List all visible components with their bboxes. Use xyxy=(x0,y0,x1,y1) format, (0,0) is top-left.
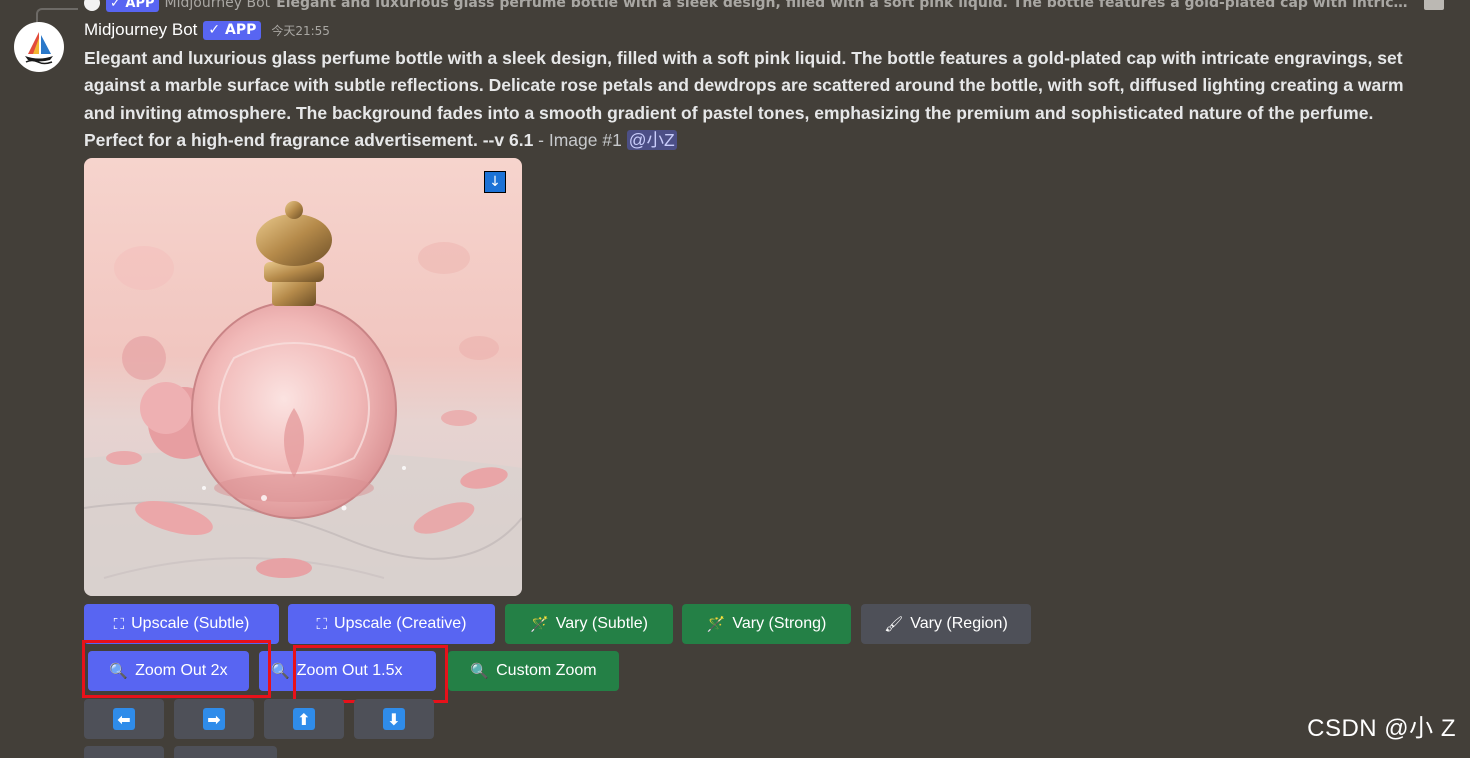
watermark: CSDN @小 Z xyxy=(1307,715,1456,742)
app-badge: ✓ APP xyxy=(203,20,262,40)
pan-down-icon: ⬇ xyxy=(383,708,405,730)
reply-preview[interactable]: ✓ APP Midjourney Bot Elegant and luxurio… xyxy=(84,0,1414,12)
pan-down-button[interactable]: ⬇ xyxy=(354,699,434,739)
button-label: Upscale (Subtle) xyxy=(131,615,250,632)
reply-app-badge: ✓ APP xyxy=(106,0,159,12)
pan-up-button[interactable]: ⬆ xyxy=(264,699,344,739)
highlight-box-zoom-2x xyxy=(82,640,271,698)
image-number: - Image #1 xyxy=(533,129,627,150)
reply-username[interactable]: Midjourney Bot xyxy=(165,0,271,11)
magic-wand-icon: 🪄 xyxy=(706,615,726,633)
paintbrush-icon: 🖌 xyxy=(884,615,904,633)
magic-wand-icon: 🪄 xyxy=(530,615,549,633)
pan-left-icon: ⬅ xyxy=(113,708,135,730)
message-header: Midjourney Bot ✓ APP 今天21:55 xyxy=(84,20,330,40)
pan-left-button[interactable]: ⬅ xyxy=(84,699,164,739)
perfume-image xyxy=(84,158,522,596)
button-label: Upscale (Creative) xyxy=(334,615,467,632)
username[interactable]: Midjourney Bot xyxy=(84,20,197,40)
prompt-text: Elegant and luxurious glass perfume bott… xyxy=(84,48,1404,150)
expand-icon: ⛶ xyxy=(316,615,328,633)
button-label: Custom Zoom xyxy=(496,662,597,679)
vary-strong-button[interactable]: 🪄 Vary (Strong) xyxy=(682,604,851,644)
button-label: Vary (Region) xyxy=(910,615,1008,632)
reply-avatar xyxy=(84,0,100,11)
pan-right-icon: ➡ xyxy=(203,708,225,730)
message-content: Elegant and luxurious glass perfume bott… xyxy=(84,45,1424,154)
upscale-creative-button[interactable]: ⛶ Upscale (Creative) xyxy=(288,604,495,644)
button-label: Vary (Strong) xyxy=(732,615,827,632)
magnifier-icon: 🔍 xyxy=(271,662,290,680)
magnifier-icon: 🔍 xyxy=(470,662,490,680)
vary-subtle-button[interactable]: 🪄 Vary (Subtle) xyxy=(505,604,673,644)
reply-text[interactable]: Elegant and luxurious glass perfume bott… xyxy=(276,0,1414,11)
extra-button-1[interactable] xyxy=(84,746,164,758)
image-attachment-icon xyxy=(1424,0,1444,10)
pan-up-icon: ⬆ xyxy=(293,708,315,730)
avatar[interactable] xyxy=(14,22,64,72)
custom-zoom-button[interactable]: 🔍 Custom Zoom xyxy=(448,651,619,691)
download-icon[interactable]: ↓ xyxy=(484,171,506,193)
highlight-box-zoom-1-5x xyxy=(293,645,448,703)
timestamp: 今天21:55 xyxy=(271,23,330,38)
expand-icon: ⛶ xyxy=(113,615,125,633)
upscale-subtle-button[interactable]: ⛶ Upscale (Subtle) xyxy=(84,604,279,644)
user-mention[interactable]: @小Z xyxy=(626,129,677,150)
sailboat-logo-icon xyxy=(25,32,53,65)
extra-button-2[interactable] xyxy=(174,746,277,758)
vary-region-button[interactable]: 🖌 Vary (Region) xyxy=(861,604,1031,644)
pan-right-button[interactable]: ➡ xyxy=(174,699,254,739)
button-label: Vary (Subtle) xyxy=(555,615,648,632)
generated-image[interactable]: ↓ xyxy=(84,158,522,596)
